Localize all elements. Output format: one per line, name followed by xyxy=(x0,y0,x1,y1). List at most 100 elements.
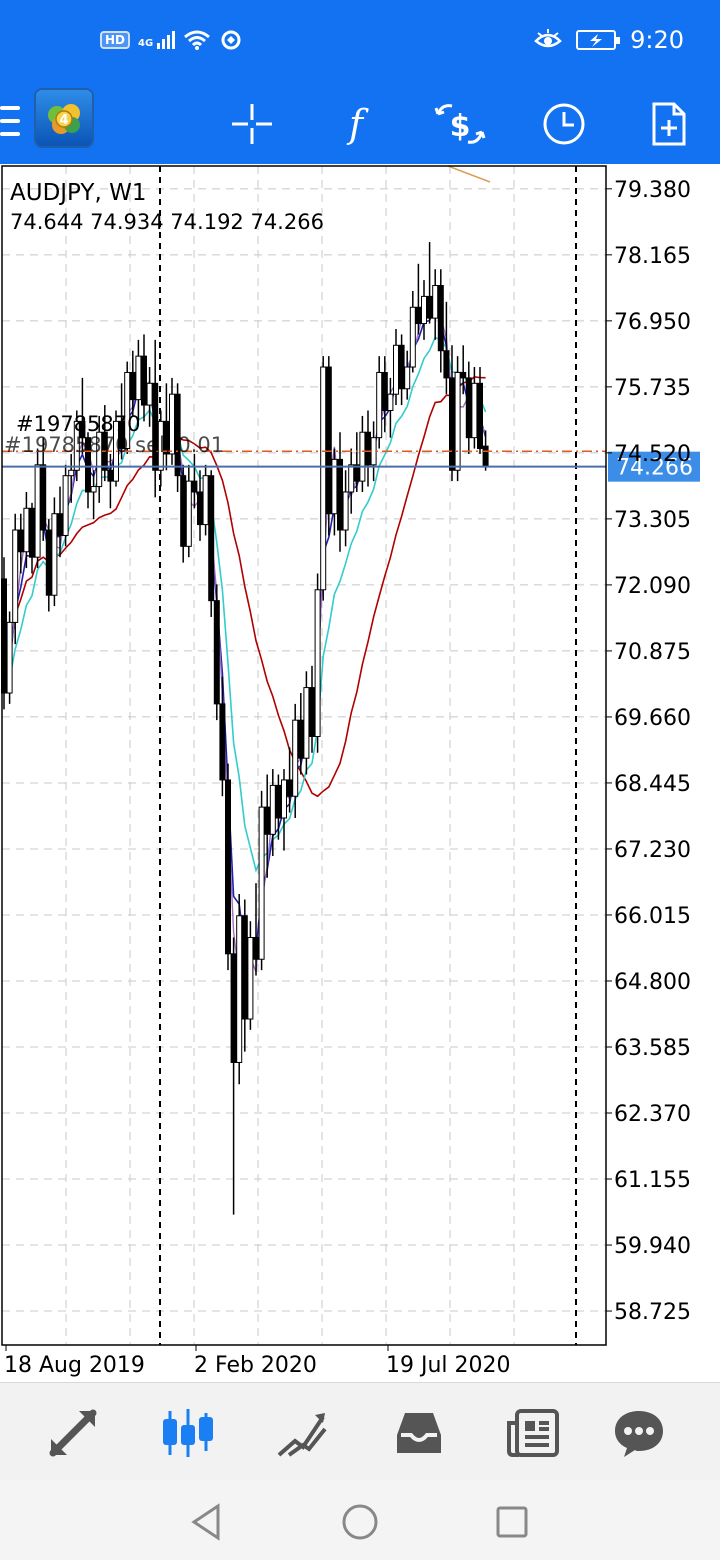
date-label: 18 Aug 2019 xyxy=(4,1353,145,1378)
candle-body xyxy=(404,366,411,390)
chart-symbol-title: AUDJPY, W1 xyxy=(10,180,147,206)
back-icon[interactable] xyxy=(182,1498,230,1546)
price-label: 69.660 xyxy=(614,706,691,731)
mt4-logo-icon[interactable]: 4 xyxy=(34,88,94,148)
new-document-icon[interactable] xyxy=(628,84,708,164)
history-icon[interactable] xyxy=(374,1393,464,1473)
date-label: 2 Feb 2020 xyxy=(194,1353,317,1378)
axes: 79.380 78.165 76.950 75.735 74.520 73.305 72.0… xyxy=(1,165,691,1378)
chart-ohlc: 74.644 74.934 74.192 74.266 xyxy=(10,210,324,234)
trade-icon[interactable]: $ xyxy=(420,84,500,164)
candle-body xyxy=(477,382,483,450)
candle-body xyxy=(286,779,293,797)
candle-body xyxy=(381,371,388,411)
candle-body xyxy=(443,350,450,379)
ma-violet-line xyxy=(3,298,487,1000)
candle-body xyxy=(135,355,142,401)
indicators-icon[interactable]: f xyxy=(316,84,396,164)
candle-body xyxy=(225,779,231,955)
candles xyxy=(1,242,489,1215)
candle-body xyxy=(309,687,315,737)
moving-averages xyxy=(3,298,487,1000)
candle-body xyxy=(17,529,24,553)
news-icon[interactable] xyxy=(488,1393,578,1473)
candle-body xyxy=(29,507,35,558)
candle-body xyxy=(269,784,276,835)
candle-body xyxy=(337,458,343,531)
candle-body xyxy=(437,285,444,352)
candle-body xyxy=(6,621,13,694)
candle-body xyxy=(421,295,427,325)
ma-blue-line xyxy=(3,304,487,953)
status-left-icons: HD 4G xyxy=(100,28,243,52)
candle-body xyxy=(34,464,41,558)
price-label: 73.305 xyxy=(614,508,691,533)
candle-body xyxy=(482,445,489,468)
candle-body xyxy=(236,915,243,1063)
bottom-navigation xyxy=(0,1382,720,1480)
clock-time: 9:20 xyxy=(630,26,684,54)
candle-body xyxy=(281,779,287,819)
price-label: 78.165 xyxy=(614,244,691,269)
system-navigation xyxy=(0,1480,720,1560)
svg-text:f: f xyxy=(346,102,369,146)
candle-body xyxy=(460,371,467,379)
candle-body xyxy=(62,475,69,536)
candle-body xyxy=(180,475,187,547)
menu-icon[interactable] xyxy=(0,106,20,142)
candle-body xyxy=(449,377,455,471)
candle-body xyxy=(292,719,299,797)
price-label: 61.155 xyxy=(614,1168,691,1193)
candle-body xyxy=(376,371,383,439)
chat-icon[interactable] xyxy=(594,1393,684,1473)
candle-body xyxy=(258,806,265,960)
candle-body xyxy=(230,953,237,1063)
crosshair-icon[interactable] xyxy=(212,84,292,164)
logo-badge: 4 xyxy=(59,113,68,128)
candle-body xyxy=(213,600,220,705)
price-label: 63.585 xyxy=(614,1036,691,1061)
price-label: 59.940 xyxy=(614,1234,691,1259)
candle-body xyxy=(314,589,321,737)
chart-area[interactable]: #19785870 #19785870 sell 0.01 74.266 79.38… xyxy=(0,164,720,1382)
network-gen-label: 4G xyxy=(138,38,154,49)
price-label: 68.445 xyxy=(614,772,691,797)
price-label: 70.875 xyxy=(614,640,691,665)
home-icon[interactable] xyxy=(336,1498,384,1546)
candle-body xyxy=(247,937,254,1020)
chart-icon[interactable] xyxy=(143,1393,233,1473)
candle-body xyxy=(426,295,433,319)
signal-icon: 4G xyxy=(138,31,176,49)
price-label: 79.380 xyxy=(614,178,691,203)
candle-body xyxy=(320,366,327,591)
candle-body xyxy=(365,431,371,466)
top-toolbar: 4 f $ xyxy=(0,84,720,164)
price-label: 58.725 xyxy=(614,1300,691,1325)
price-label: 64.800 xyxy=(614,970,691,995)
candle-body xyxy=(432,285,439,319)
candle-body xyxy=(342,491,349,531)
trade-nav-icon[interactable] xyxy=(258,1393,348,1473)
quotes-icon[interactable] xyxy=(28,1393,118,1473)
price-label: 76.950 xyxy=(614,310,691,335)
candle-body xyxy=(241,915,248,1020)
timeframe-clock-icon[interactable] xyxy=(524,84,604,164)
candle-body xyxy=(45,529,52,596)
candle-body xyxy=(471,382,478,439)
candle-body xyxy=(208,475,215,602)
eye-icon xyxy=(534,29,562,48)
candle-body xyxy=(202,475,209,526)
candle-body xyxy=(264,806,271,835)
candle-body xyxy=(107,469,114,482)
candle-body xyxy=(275,784,282,819)
candle-body xyxy=(387,393,394,411)
candle-body xyxy=(141,355,147,406)
candle-body xyxy=(297,719,304,759)
trend-line xyxy=(447,165,491,183)
candle-body xyxy=(409,306,416,368)
candle-body xyxy=(129,371,136,401)
candlestick-chart[interactable]: #19785870#19785870 sell 0.0174.266 79.38… xyxy=(0,164,720,1382)
recents-icon[interactable] xyxy=(488,1498,536,1546)
candle-body xyxy=(197,491,203,526)
status-right-icons: 9:20 xyxy=(534,26,684,54)
